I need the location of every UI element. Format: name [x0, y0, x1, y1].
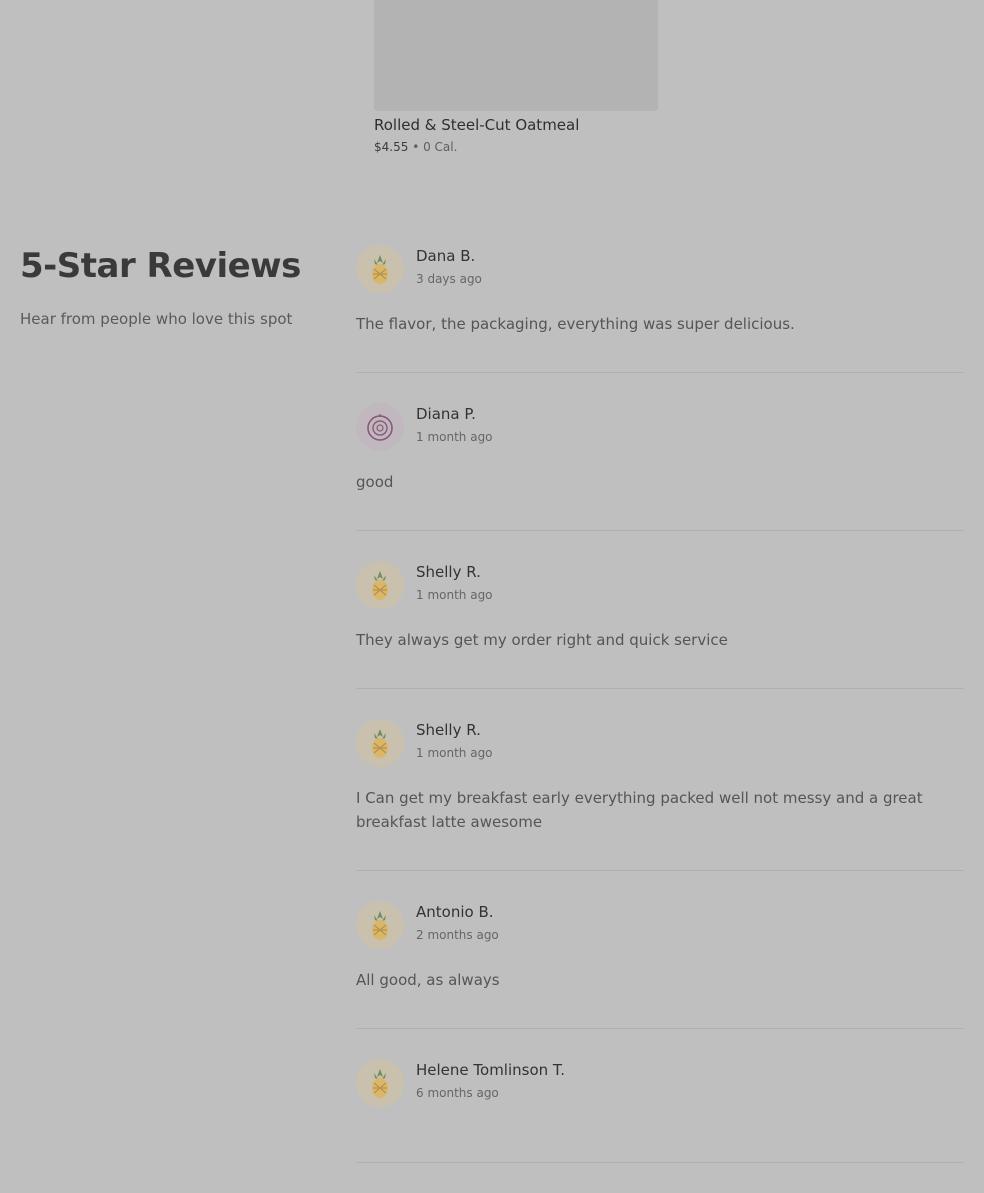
- review-text: I Can get my breakfast early everything …: [356, 789, 923, 831]
- reviewer-name: Diana P.: [416, 405, 476, 423]
- review-item: Helene Tomlinson T. 6 months ago: [356, 1059, 964, 1163]
- review-date: 3 days ago: [416, 272, 482, 286]
- reviews-list: Dana B. 3 days ago The flavor, the packa…: [356, 245, 964, 1193]
- review-header: Diana P. 1 month ago: [356, 403, 964, 451]
- reviewer-name: Dana B.: [416, 247, 476, 265]
- review-item: Dana B. 3 days ago The flavor, the packa…: [356, 245, 964, 373]
- section-title: 5-Star Reviews: [20, 246, 301, 286]
- review-header: Shelly R. 1 month ago: [356, 719, 964, 767]
- reviewer-name: Shelly R.: [416, 721, 481, 739]
- review-date: 6 months ago: [416, 1086, 499, 1100]
- product-image[interactable]: [374, 0, 658, 111]
- review-item: Shelly R. 1 month ago I Can get my break…: [356, 719, 964, 871]
- review-header: Dana B. 3 days ago: [356, 245, 964, 293]
- product-name: Rolled & Steel-Cut Oatmeal: [374, 116, 580, 134]
- review-header: Helene Tomlinson T. 6 months ago: [356, 1059, 964, 1107]
- review-text: good: [356, 473, 394, 491]
- section-subtitle: Hear from people who love this spot: [20, 310, 293, 328]
- review-item: Shelly R. 1 month ago They always get my…: [356, 561, 964, 689]
- product-calories: 0 Cal.: [423, 140, 458, 154]
- onion-icon: [356, 403, 404, 451]
- pineapple-icon: [356, 1059, 404, 1107]
- review-text: All good, as always: [356, 971, 500, 989]
- pineapple-icon: [356, 719, 404, 767]
- review-text: They always get my order right and quick…: [356, 631, 728, 649]
- review-date: 1 month ago: [416, 588, 493, 602]
- review-date: 1 month ago: [416, 746, 493, 760]
- reviewer-name: Shelly R.: [416, 563, 481, 581]
- meta-separator: •: [412, 140, 420, 154]
- product-card[interactable]: Rolled & Steel-Cut Oatmeal $4.55 • 0 Cal…: [374, 0, 658, 154]
- review-text: The flavor, the packaging, everything wa…: [356, 315, 795, 333]
- pineapple-icon: [356, 561, 404, 609]
- product-meta: $4.55 • 0 Cal.: [374, 140, 658, 154]
- reviews-header: 5-Star Reviews Hear from people who love…: [20, 246, 330, 328]
- reviewer-name: Antonio B.: [416, 903, 494, 921]
- pineapple-icon: [356, 901, 404, 949]
- review-item: Diana P. 1 month ago good: [356, 403, 964, 531]
- review-header: Antonio B. 2 months ago: [356, 901, 964, 949]
- product-price: $4.55: [374, 140, 409, 154]
- review-header: Shelly R. 1 month ago: [356, 561, 964, 609]
- reviewer-name: Helene Tomlinson T.: [416, 1061, 566, 1079]
- review-date: 2 months ago: [416, 928, 499, 942]
- review-item: Antonio B. 2 months ago All good, as alw…: [356, 901, 964, 1029]
- pineapple-icon: [356, 245, 404, 293]
- review-date: 1 month ago: [416, 430, 493, 444]
